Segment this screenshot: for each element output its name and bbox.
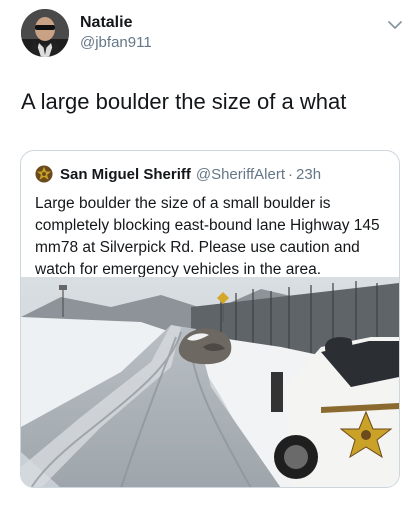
chevron-down-icon[interactable]: [386, 16, 404, 34]
quoted-tweet-photo[interactable]: [21, 277, 399, 487]
quoted-tweet-text: Large boulder the size of a small boulde…: [35, 195, 380, 278]
tweet-card: Natalie @jbfan911 A large boulder the si…: [0, 0, 418, 512]
separator-dot: ·: [288, 165, 294, 183]
quoted-author-name[interactable]: San Miguel Sheriff: [60, 166, 191, 183]
avatar-icon: [21, 9, 69, 57]
quoted-author-handle[interactable]: @SheriffAlert: [196, 166, 285, 183]
author-handle[interactable]: @jbfan911: [80, 34, 152, 52]
author-display-name[interactable]: Natalie: [80, 13, 132, 33]
quoted-tweet[interactable]: San Miguel Sheriff @SheriffAlert · 23h L…: [20, 150, 400, 488]
avatar[interactable]: [21, 9, 69, 57]
quoted-timestamp[interactable]: 23h: [296, 166, 321, 183]
road-boulder-photo: [21, 277, 399, 487]
sheriff-star-icon: [35, 165, 53, 183]
quoted-tweet-header: San Miguel Sheriff @SheriffAlert · 23h: [35, 164, 321, 184]
tweet-text: A large boulder the size of a what: [21, 89, 347, 114]
